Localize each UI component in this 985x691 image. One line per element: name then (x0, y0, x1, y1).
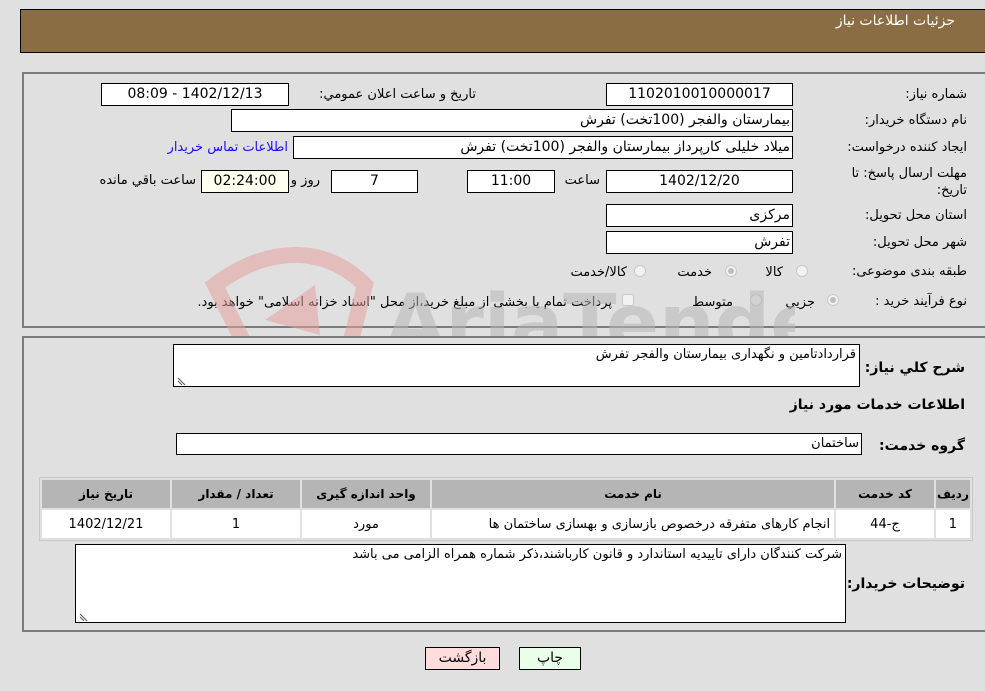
page-title: جزئیات اطلاعات نیاز (835, 13, 955, 29)
cell-service-name: انجام کارهای متفرقه درخصوص بازسازی و بهس… (432, 510, 835, 538)
col-row-number: ردیف (935, 480, 970, 508)
col-quantity: تعداد / مقدار (172, 480, 301, 508)
remaining-time-label: ساعت باقي مانده (99, 173, 196, 188)
col-need-date: تاریخ نیاز (42, 480, 171, 508)
announce-datetime-field[interactable]: 1402/12/13 - 08:09 (101, 83, 289, 106)
buyer-contact-link[interactable]: اطلاعات تماس خریدار (168, 140, 288, 155)
requester-field[interactable]: میلاد خلیلی کارپرداز بیمارستان والفجر (1… (293, 136, 793, 159)
deadline-date-field[interactable]: 1402/12/20 (606, 170, 793, 193)
service-group-field[interactable]: ساختمان (176, 433, 862, 455)
description-textarea[interactable]: قراردادتامین و نگهداری بیمارستان والفجر … (173, 344, 860, 387)
buyer-notes-label: توضیحات خریدار: (846, 576, 965, 592)
city-label: شهر محل تحویل: (872, 235, 967, 250)
need-number-label: شماره نیاز: (905, 87, 967, 102)
city-field[interactable]: تفرش (606, 231, 793, 254)
buyer-notes-text: شرکت کنندگان دارای تاییدیه استاندارد و ق… (352, 547, 842, 562)
category-option-goods: کالا (765, 265, 783, 280)
category-label: طبقه بندی موضوعی: (851, 264, 967, 279)
treasury-bonds-note: پرداخت تمام یا بخشی از مبلغ خرید،از محل … (197, 295, 612, 310)
province-field[interactable]: مرکزی (606, 204, 793, 227)
deadline-time-field[interactable]: 11:00 (467, 170, 555, 193)
deadline-time-label: ساعت (564, 173, 600, 188)
announce-datetime-label: تاریخ و ساعت اعلان عمومي: (319, 87, 476, 102)
purchase-type-option-medium: متوسط (692, 295, 733, 310)
col-service-code: کد خدمت (836, 480, 934, 508)
category-radio-goods-service[interactable] (634, 265, 646, 277)
purchase-type-label: نوع فرآیند خرید : (875, 294, 967, 309)
col-service-name: نام خدمت (432, 480, 835, 508)
deadline-label-line1: مهلت ارسال پاسخ: تا (851, 166, 967, 181)
requester-label: ایجاد کننده درخواست: (847, 140, 967, 155)
remaining-time-field[interactable]: 02:24:00 (201, 170, 289, 193)
table-header-row: ردیف کد خدمت نام خدمت واحد اندازه گیری ت… (42, 480, 970, 508)
service-group-label: گروه خدمت: (879, 438, 965, 454)
category-option-goods-service: کالا/خدمت (570, 265, 627, 280)
services-section-title: اطلاعات خدمات مورد نیاز (789, 397, 965, 413)
cell-need-date: 1402/12/21 (42, 510, 171, 538)
need-number-field[interactable]: 1102010010000017 (606, 83, 793, 106)
description-text: قراردادتامین و نگهداری بیمارستان والفجر … (595, 347, 856, 362)
resize-grip-icon[interactable] (78, 611, 88, 621)
buyer-org-field[interactable]: بیمارستان والفجر (100تخت) تفرش (231, 109, 793, 132)
buyer-notes-textarea[interactable]: شرکت کنندگان دارای تاییدیه استاندارد و ق… (75, 544, 846, 623)
treasury-bonds-checkbox[interactable] (622, 294, 634, 306)
deadline-label-line2: تاریخ: (936, 183, 967, 198)
resize-grip-icon[interactable] (176, 375, 186, 385)
category-radio-goods[interactable] (796, 265, 808, 277)
purchase-type-radio-minor[interactable] (827, 294, 839, 306)
table-row: 1 ج-44 انجام کارهای متفرقه درخصوص بازساز… (42, 510, 970, 538)
days-label: روز و (290, 173, 320, 188)
cell-quantity: 1 (172, 510, 301, 538)
purchase-type-radio-medium[interactable] (750, 294, 762, 306)
description-label: شرح کلي نیاز: (864, 360, 965, 376)
category-radio-service[interactable] (725, 265, 737, 277)
cell-unit: مورد (302, 510, 431, 538)
services-table: ردیف کد خدمت نام خدمت واحد اندازه گیری ت… (39, 477, 973, 541)
category-option-service: خدمت (677, 265, 712, 280)
remaining-days-field[interactable]: 7 (331, 170, 418, 193)
col-unit: واحد اندازه گیری (302, 480, 431, 508)
cell-row-number: 1 (935, 510, 970, 538)
back-button[interactable]: بازگشت (425, 647, 500, 670)
purchase-type-option-minor: جزیي (785, 295, 815, 310)
province-label: استان محل تحویل: (865, 208, 967, 223)
buyer-org-label: نام دستگاه خریدار: (864, 113, 967, 128)
cell-service-code: ج-44 (836, 510, 934, 538)
print-button[interactable]: چاپ (519, 647, 581, 670)
